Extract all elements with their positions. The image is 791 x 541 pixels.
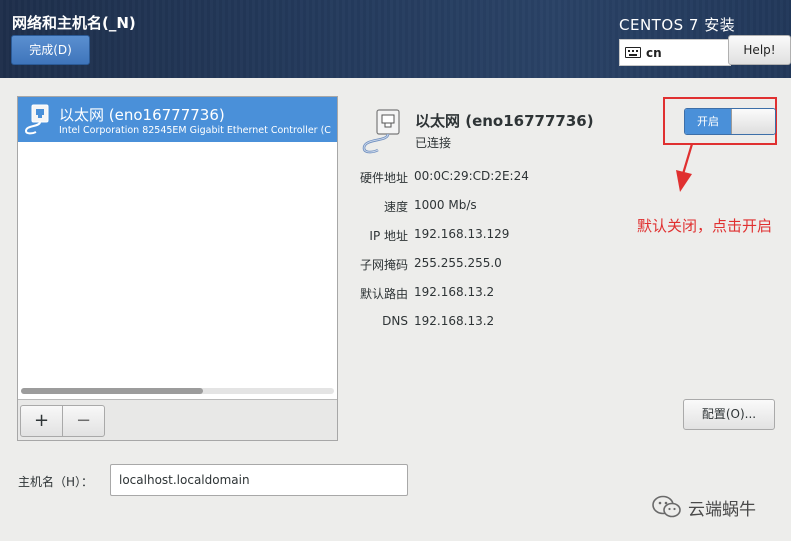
subnet-mask-value: 255.255.255.0: [414, 256, 502, 270]
ethernet-port-icon: [24, 104, 49, 135]
speed-value: 1000 Mb/s: [414, 198, 477, 212]
device-name: 以太网 (eno16777736): [59, 106, 225, 124]
annotation-arrow-icon: [676, 143, 694, 192]
scrollbar-thumb[interactable]: [21, 388, 203, 394]
connection-status: 已连接: [415, 136, 452, 150]
subnet-mask-label: 子网掩码: [359, 258, 408, 272]
remove-device-button[interactable]: −: [62, 405, 105, 437]
help-button[interactable]: Help!: [728, 35, 791, 65]
device-detail-name: 以太网 (eno16777736): [415, 112, 594, 130]
keyboard-layout-indicator[interactable]: cn: [619, 39, 731, 66]
default-route-value: 192.168.13.2: [414, 285, 495, 299]
device-list-toolbar: + −: [18, 399, 337, 440]
dns-value: 192.168.13.2: [414, 314, 495, 328]
keyboard-layout-code: cn: [646, 45, 662, 60]
horizontal-scrollbar[interactable]: [21, 388, 334, 394]
hostname-input[interactable]: [110, 464, 408, 496]
ip-address-label: IP 地址: [369, 229, 408, 243]
device-description: Intel Corporation 82545EM Gigabit Ethern…: [59, 125, 331, 136]
annotation-text: 默认关闭，点击开启: [637, 217, 773, 235]
hostname-label: 主机名（H）：: [18, 475, 94, 489]
ip-address-value: 192.168.13.129: [414, 227, 510, 241]
hardware-address-value: 00:0C:29:CD:2E:24: [414, 169, 529, 183]
configure-button[interactable]: 配置(O)...: [683, 399, 775, 430]
keyboard-icon: [625, 47, 641, 58]
done-button[interactable]: 完成(D): [11, 35, 90, 65]
page-title: 网络和主机名(_N): [12, 14, 136, 32]
connection-toggle-switch[interactable]: 开启: [684, 108, 776, 135]
device-item-ethernet[interactable]: 以太网 (eno16777736) Intel Corporation 8254…: [18, 97, 337, 142]
dns-label: DNS: [382, 314, 408, 328]
install-title: CENTOS 7 安装: [619, 16, 736, 34]
toggle-on-label: 开启: [685, 109, 731, 134]
toggle-knob[interactable]: [731, 109, 775, 134]
header-bar: 网络和主机名(_N) 完成(D) CENTOS 7 安装 cn Help!: [0, 0, 791, 78]
wechat-icon: [652, 495, 681, 518]
ethernet-port-icon: [362, 109, 400, 154]
add-device-button[interactable]: +: [20, 405, 63, 437]
watermark-text: 云端蜗牛: [688, 499, 756, 520]
device-list-panel: 以太网 (eno16777736) Intel Corporation 8254…: [17, 96, 338, 441]
speed-label: 速度: [383, 200, 408, 214]
default-route-label: 默认路由: [359, 287, 408, 301]
watermark: 云端蜗牛: [652, 494, 756, 520]
hardware-address-label: 硬件地址: [359, 171, 408, 185]
device-list: 以太网 (eno16777736) Intel Corporation 8254…: [18, 97, 337, 399]
